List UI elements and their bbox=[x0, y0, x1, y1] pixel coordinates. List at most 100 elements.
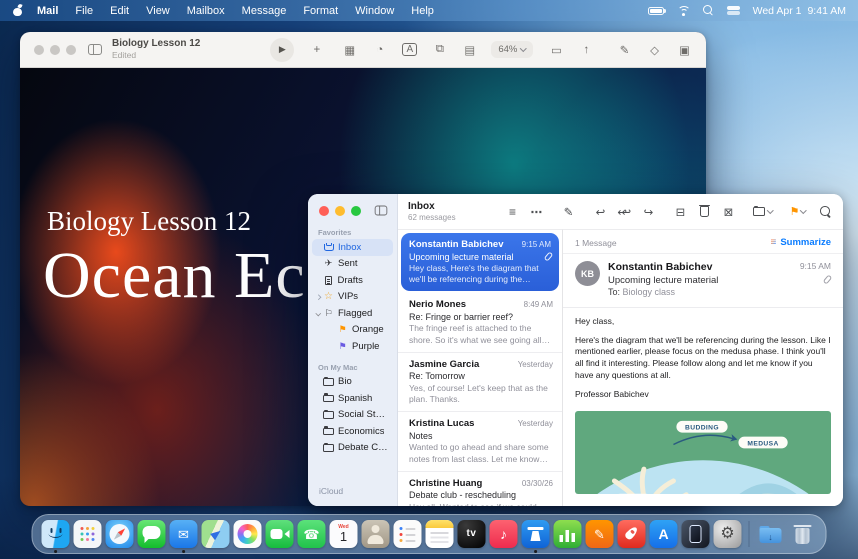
sidebar-footer-icloud[interactable]: iCloud bbox=[308, 480, 397, 498]
slide-kicker-text: Biology Lesson 12 bbox=[47, 206, 251, 237]
comment-icon[interactable]: ▭ bbox=[549, 40, 564, 60]
flag-outline-icon: ⚐ bbox=[323, 309, 334, 318]
dock-calendar-icon[interactable]: Wed1 bbox=[330, 520, 358, 548]
menu-window[interactable]: Window bbox=[355, 5, 394, 17]
sidebar-item-bio[interactable]: Bio bbox=[312, 374, 393, 391]
sidebar-item-economics[interactable]: Economics bbox=[312, 423, 393, 440]
folder-icon bbox=[323, 428, 334, 436]
sidebar-item-debate-c[interactable]: Debate C… bbox=[312, 440, 393, 457]
dock-app-store-icon[interactable]: A bbox=[650, 520, 678, 548]
menu-items: Mail File Edit View Mailbox Message Format Wind… bbox=[37, 5, 434, 17]
dock-games-icon[interactable] bbox=[618, 520, 646, 548]
document-icon[interactable]: ▣ bbox=[677, 40, 692, 60]
compose-icon[interactable]: ✎ bbox=[561, 203, 576, 221]
format-icon[interactable]: ✎ bbox=[617, 40, 632, 60]
dock-maps-icon[interactable] bbox=[202, 520, 230, 548]
dock-reminders-icon[interactable] bbox=[394, 520, 422, 548]
dock-contacts-icon[interactable] bbox=[362, 520, 390, 548]
dock-launchpad-icon[interactable] bbox=[74, 520, 102, 548]
sidebar-item-drafts[interactable]: Drafts bbox=[312, 272, 393, 289]
play-icon[interactable]: ▶ bbox=[270, 38, 294, 62]
mail-sidebar: FavoritesInbox✈SentDrafts☆VIPs⚐Flagged⚑O… bbox=[308, 194, 398, 506]
mail-sidebar-toggle-icon[interactable] bbox=[375, 206, 388, 216]
sidebar-item-inbox[interactable]: Inbox bbox=[312, 239, 393, 256]
battery-icon[interactable] bbox=[648, 7, 664, 15]
mail-window-controls[interactable] bbox=[319, 206, 361, 216]
flag-icon[interactable]: ⚑ bbox=[790, 203, 806, 221]
message-row[interactable]: Konstantin Babichev9:15 AMUpcoming lectu… bbox=[401, 233, 559, 291]
keynote-zoom-control[interactable]: 64% bbox=[491, 41, 533, 58]
move-to-folder-icon[interactable] bbox=[753, 203, 773, 221]
filter-icon[interactable]: ≡ bbox=[505, 203, 520, 221]
search-icon[interactable] bbox=[703, 5, 714, 16]
mailbox-message-count: 62 messages bbox=[408, 213, 496, 223]
apple-menu-icon[interactable] bbox=[12, 4, 23, 17]
dock-iphone-mirroring-icon[interactable] bbox=[682, 520, 710, 548]
message-row[interactable]: Christine Huang03/30/26Debate club - res… bbox=[398, 472, 562, 506]
dock-numbers-icon[interactable] bbox=[554, 520, 582, 548]
keynote-sidebar-toggle-icon[interactable] bbox=[88, 44, 102, 55]
search-icon[interactable] bbox=[818, 203, 833, 221]
dock-trash-icon[interactable] bbox=[789, 520, 817, 548]
message-preview: The fringe reef is attached to the shore… bbox=[409, 323, 553, 345]
message-row[interactable]: Kristina LucasYesterdayNotesWanted to go… bbox=[398, 412, 562, 471]
chart-icon[interactable]: ◔ bbox=[372, 40, 387, 60]
message-row[interactable]: Jasmine GarciaYesterdayRe: TomorrowYes, … bbox=[398, 353, 562, 412]
media-icon[interactable]: ▤ bbox=[462, 40, 477, 60]
sidebar-item-vips[interactable]: ☆VIPs bbox=[312, 289, 393, 306]
sidebar-item-purple[interactable]: ⚑Purple bbox=[312, 338, 393, 355]
menu-file[interactable]: File bbox=[75, 5, 93, 17]
archive-icon[interactable]: ⊟ bbox=[673, 203, 688, 221]
dock-safari-icon[interactable] bbox=[106, 520, 134, 548]
chevron-right-icon[interactable] bbox=[315, 294, 320, 299]
dock-facetime-icon[interactable] bbox=[266, 520, 294, 548]
menu-view[interactable]: View bbox=[146, 5, 170, 17]
dock-tv-icon[interactable]: tv bbox=[458, 520, 486, 548]
text-box-icon[interactable]: A bbox=[402, 43, 417, 56]
sidebar-item-orange[interactable]: ⚑Orange bbox=[312, 322, 393, 339]
wifi-icon[interactable] bbox=[677, 6, 690, 16]
summarize-button[interactable]: ≡ Summarize bbox=[770, 237, 831, 248]
running-indicator bbox=[54, 550, 57, 553]
dock-mail-icon[interactable]: ✉ bbox=[170, 520, 198, 548]
dock-notes-icon[interactable] bbox=[426, 520, 454, 548]
dock-keynote-icon[interactable] bbox=[522, 520, 550, 548]
reply-icon[interactable]: ↩ bbox=[593, 203, 608, 221]
summarize-label: Summarize bbox=[780, 237, 831, 248]
chevron-down-icon[interactable] bbox=[315, 311, 320, 316]
junk-icon[interactable]: ⊠ bbox=[721, 203, 736, 221]
menu-message[interactable]: Message bbox=[242, 5, 287, 17]
more-icon[interactable]: ⋯ bbox=[529, 203, 544, 221]
sidebar-item-flagged[interactable]: ⚐Flagged bbox=[312, 305, 393, 322]
trash-icon[interactable] bbox=[697, 203, 712, 221]
menu-mailbox[interactable]: Mailbox bbox=[187, 5, 225, 17]
detail-recipient: Biology class bbox=[623, 287, 676, 297]
add-slide-icon[interactable]: + bbox=[309, 40, 324, 60]
table-icon[interactable]: ▦ bbox=[342, 40, 357, 60]
dock-pages-icon[interactable]: ✎ bbox=[586, 520, 614, 548]
sidebar-item-label: Debate C… bbox=[338, 442, 388, 453]
sidebar-item-spanish[interactable]: Spanish bbox=[312, 390, 393, 407]
menu-help[interactable]: Help bbox=[411, 5, 434, 17]
menu-clock[interactable]: Wed Apr 1 9:41 AM bbox=[753, 5, 846, 17]
sidebar-item-sent[interactable]: ✈Sent bbox=[312, 256, 393, 273]
dock-phone-icon[interactable]: ☎ bbox=[298, 520, 326, 548]
animate-icon[interactable]: ◇ bbox=[647, 40, 662, 60]
dock-settings-icon[interactable]: ⚙ bbox=[714, 520, 742, 548]
shapes-icon[interactable]: ⧉ bbox=[432, 40, 447, 60]
dock-messages-icon[interactable] bbox=[138, 520, 166, 548]
menu-mail[interactable]: Mail bbox=[37, 5, 58, 17]
sidebar-item-social-st[interactable]: Social St… bbox=[312, 407, 393, 424]
menu-format[interactable]: Format bbox=[303, 5, 338, 17]
share-icon[interactable]: ↑ bbox=[579, 40, 594, 60]
control-center-icon[interactable] bbox=[727, 6, 740, 15]
menu-edit[interactable]: Edit bbox=[110, 5, 129, 17]
forward-icon[interactable]: ↪ bbox=[641, 203, 656, 221]
dock-finder-icon[interactable] bbox=[42, 520, 70, 548]
dock-downloads-icon[interactable]: ↓ bbox=[757, 520, 785, 548]
message-row[interactable]: Nerio Mones8:49 AMRe: Fringe or barrier … bbox=[398, 293, 562, 352]
keynote-window-controls[interactable] bbox=[34, 45, 76, 55]
dock-photos-icon[interactable] bbox=[234, 520, 262, 548]
reply-all-icon[interactable]: ↩↩ bbox=[617, 203, 632, 221]
dock-music-icon[interactable]: ♪ bbox=[490, 520, 518, 548]
